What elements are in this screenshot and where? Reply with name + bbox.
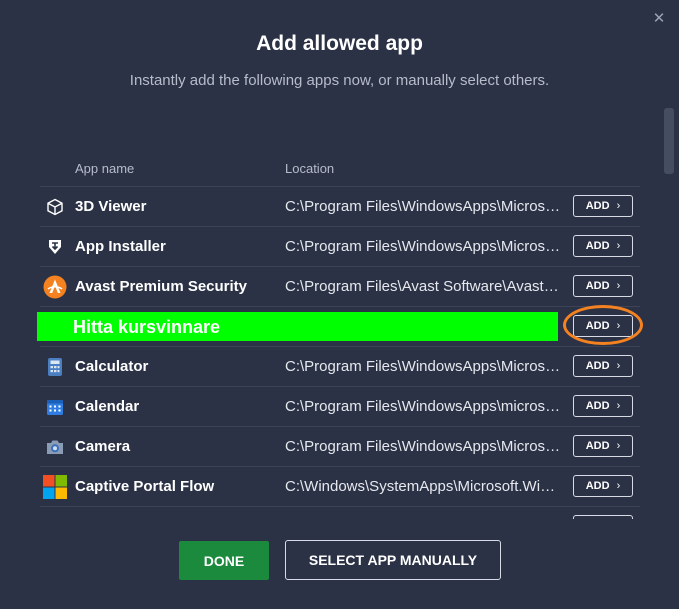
add-button[interactable]: ADD › <box>573 515 633 519</box>
chevron-right-icon: › <box>616 200 621 212</box>
calculator-icon <box>43 355 67 379</box>
add-button-label: ADD <box>585 440 610 452</box>
dialog-subtitle: Instantly add the following apps now, or… <box>129 72 550 89</box>
camera-icon <box>43 435 67 459</box>
avast-icon <box>43 275 67 299</box>
partial-icon <box>43 515 67 519</box>
highlight-ring <box>563 305 643 345</box>
windows-logo-icon <box>43 475 67 499</box>
app-location: C:\Program Files\Avast Software\Avast\Av… <box>285 278 562 295</box>
app-location: C:\Program Files\WindowsApps\Microsoft.W… <box>285 438 562 455</box>
app-installer-icon <box>43 235 67 259</box>
table-row: Calendar C:\Program Files\WindowsApps\mi… <box>40 387 640 427</box>
add-button[interactable]: ADD › <box>573 355 633 377</box>
table-row: Captive Portal Flow C:\Windows\SystemApp… <box>40 467 640 507</box>
scrollbar-thumb[interactable] <box>664 108 674 174</box>
add-button[interactable]: ADD › <box>573 435 633 457</box>
column-header-location: Location <box>285 161 335 176</box>
chevron-right-icon: › <box>616 280 621 292</box>
dialog-title: Add allowed app <box>256 32 423 55</box>
app-location: C:\Program Files\WindowsApps\Microsoft.D… <box>285 238 562 255</box>
app-location: C:\Program Files\WindowsApps\microsoft.w… <box>285 398 562 415</box>
add-button-label: ADD <box>585 280 610 292</box>
add-button-label: ADD <box>585 400 610 412</box>
add-button[interactable]: ADD › <box>573 275 633 297</box>
chevron-right-icon: › <box>616 440 621 452</box>
app-location: C:\Windows\SystemApps\Microsoft.Windows.… <box>285 478 562 495</box>
table-row: ADD › <box>40 507 640 519</box>
app-location: C:\Program Files\WindowsApps\Microsoft.W… <box>285 358 562 375</box>
highlight-label: Hitta kursvinnare <box>73 317 221 337</box>
column-header-app-name: App name <box>75 161 135 176</box>
app-name: Avast Premium Security <box>75 278 248 295</box>
chevron-right-icon: › <box>616 480 621 492</box>
chevron-right-icon: › <box>616 400 621 412</box>
app-name: Calculator <box>75 358 149 375</box>
add-button[interactable]: ADD › <box>573 475 633 497</box>
add-button-label: ADD <box>585 240 610 252</box>
add-allowed-app-dialog: ✕ Add allowed app Instantly add the foll… <box>0 0 679 609</box>
select-app-manually-button[interactable]: SELECT APP MANUALLY <box>285 540 501 580</box>
add-button[interactable]: ADD › <box>573 395 633 417</box>
add-button[interactable]: ADD › <box>573 235 633 257</box>
app-name: App Installer <box>75 238 166 255</box>
add-button-label: ADD <box>585 480 610 492</box>
add-button[interactable]: ADD › <box>573 195 633 217</box>
chevron-right-icon: › <box>616 360 621 372</box>
app-name: Camera <box>75 438 131 455</box>
close-icon[interactable]: ✕ <box>650 10 668 28</box>
table-row: Calculator C:\Program Files\WindowsApps\… <box>40 347 640 387</box>
app-name: Captive Portal Flow <box>75 478 215 495</box>
table-row: Avast Premium Security C:\Program Files\… <box>40 267 640 307</box>
add-button-label: ADD <box>585 360 610 372</box>
app-name: Calendar <box>75 398 140 415</box>
cube-icon <box>43 195 67 219</box>
done-button[interactable]: DONE <box>179 541 269 580</box>
add-button-label: ADD <box>585 200 610 212</box>
calendar-icon <box>43 395 67 419</box>
table-row: 3D Viewer C:\Program Files\WindowsApps\M… <box>40 187 640 227</box>
app-list: 3D Viewer C:\Program Files\WindowsApps\M… <box>40 187 640 519</box>
app-location: C:\Program Files\WindowsApps\Microsoft.M… <box>285 198 562 215</box>
table-row: App Installer C:\Program Files\WindowsAp… <box>40 227 640 267</box>
chevron-right-icon: › <box>616 240 621 252</box>
table-row: Camera C:\Program Files\WindowsApps\Micr… <box>40 427 640 467</box>
app-name: 3D Viewer <box>75 198 147 215</box>
